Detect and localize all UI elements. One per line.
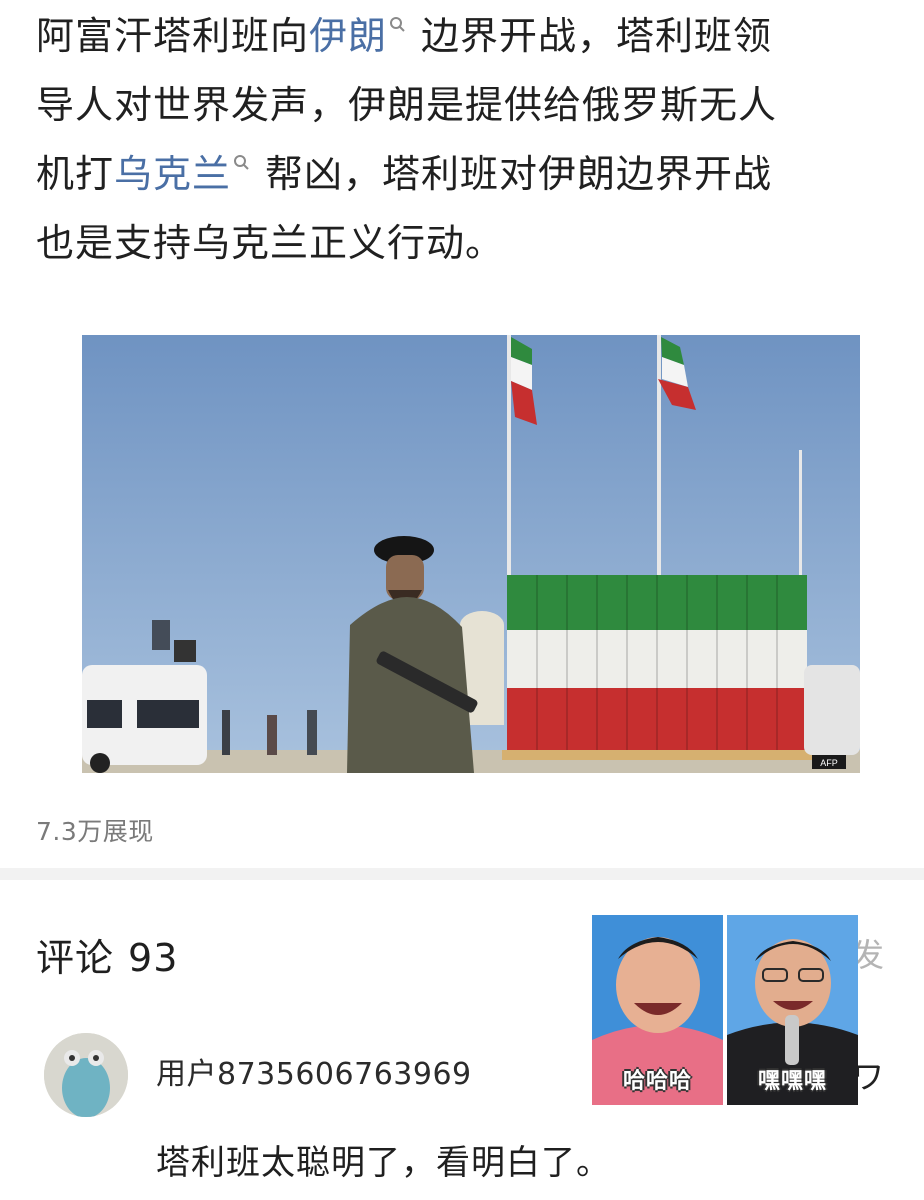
article-line-1: 阿富汗塔利班向伊朗 边界开战，塔利班领 (36, 2, 896, 71)
meme-left-caption: 哈哈哈 (622, 1069, 692, 1094)
afp-watermark: AFP (820, 758, 838, 768)
comments-header: 评论 93 (36, 927, 178, 982)
comment-username[interactable]: 用户8735606763969 (156, 1049, 472, 1093)
meme-panel-right: 嘿嘿嘿 (727, 915, 858, 1105)
view-count: 7.3万展现 (36, 817, 154, 846)
article-text-segment: 阿富汗塔利班向 (36, 14, 310, 58)
article-line-2: 导人对世界发声，伊朗是提供给俄罗斯无人 (36, 83, 778, 127)
tricolor-container (502, 575, 812, 760)
article-body: 阿富汗塔利班向伊朗 边界开战，塔利班领 导人对世界发声，伊朗是提供给俄罗斯无人 机… (36, 2, 896, 278)
news-photo[interactable]: AFP (82, 335, 860, 773)
white-van (82, 665, 207, 773)
article-line-3: 机打乌克兰 帮凶，塔利班对伊朗边界开战 (36, 140, 896, 209)
comments-count: 93 (128, 936, 179, 980)
keyword-link-ukraine[interactable]: 乌克兰 (114, 152, 231, 196)
comments-title: 评论 (36, 936, 115, 980)
meme-panel-left: 哈哈哈 (592, 915, 723, 1105)
article-line-4: 也是支持乌克兰正义行动。 (36, 221, 505, 265)
reaction-meme: 哈哈哈 嘿嘿嘿 (592, 915, 858, 1105)
avatar[interactable] (44, 1033, 128, 1117)
keyword-link-iran[interactable]: 伊朗 (309, 14, 387, 58)
comment-text: 塔利班太聪明了，看明白了。 (156, 1143, 611, 1183)
section-divider (0, 868, 924, 880)
article-text-segment: 帮凶，塔利班对伊朗边界开战 (265, 152, 773, 196)
article-text-segment: 边界开战，塔利班领 (421, 14, 773, 58)
search-icon[interactable] (389, 16, 407, 34)
article-text-segment: 机打 (36, 152, 115, 196)
search-icon[interactable] (233, 154, 251, 172)
meme-right-caption: 嘿嘿嘿 (757, 1069, 827, 1094)
